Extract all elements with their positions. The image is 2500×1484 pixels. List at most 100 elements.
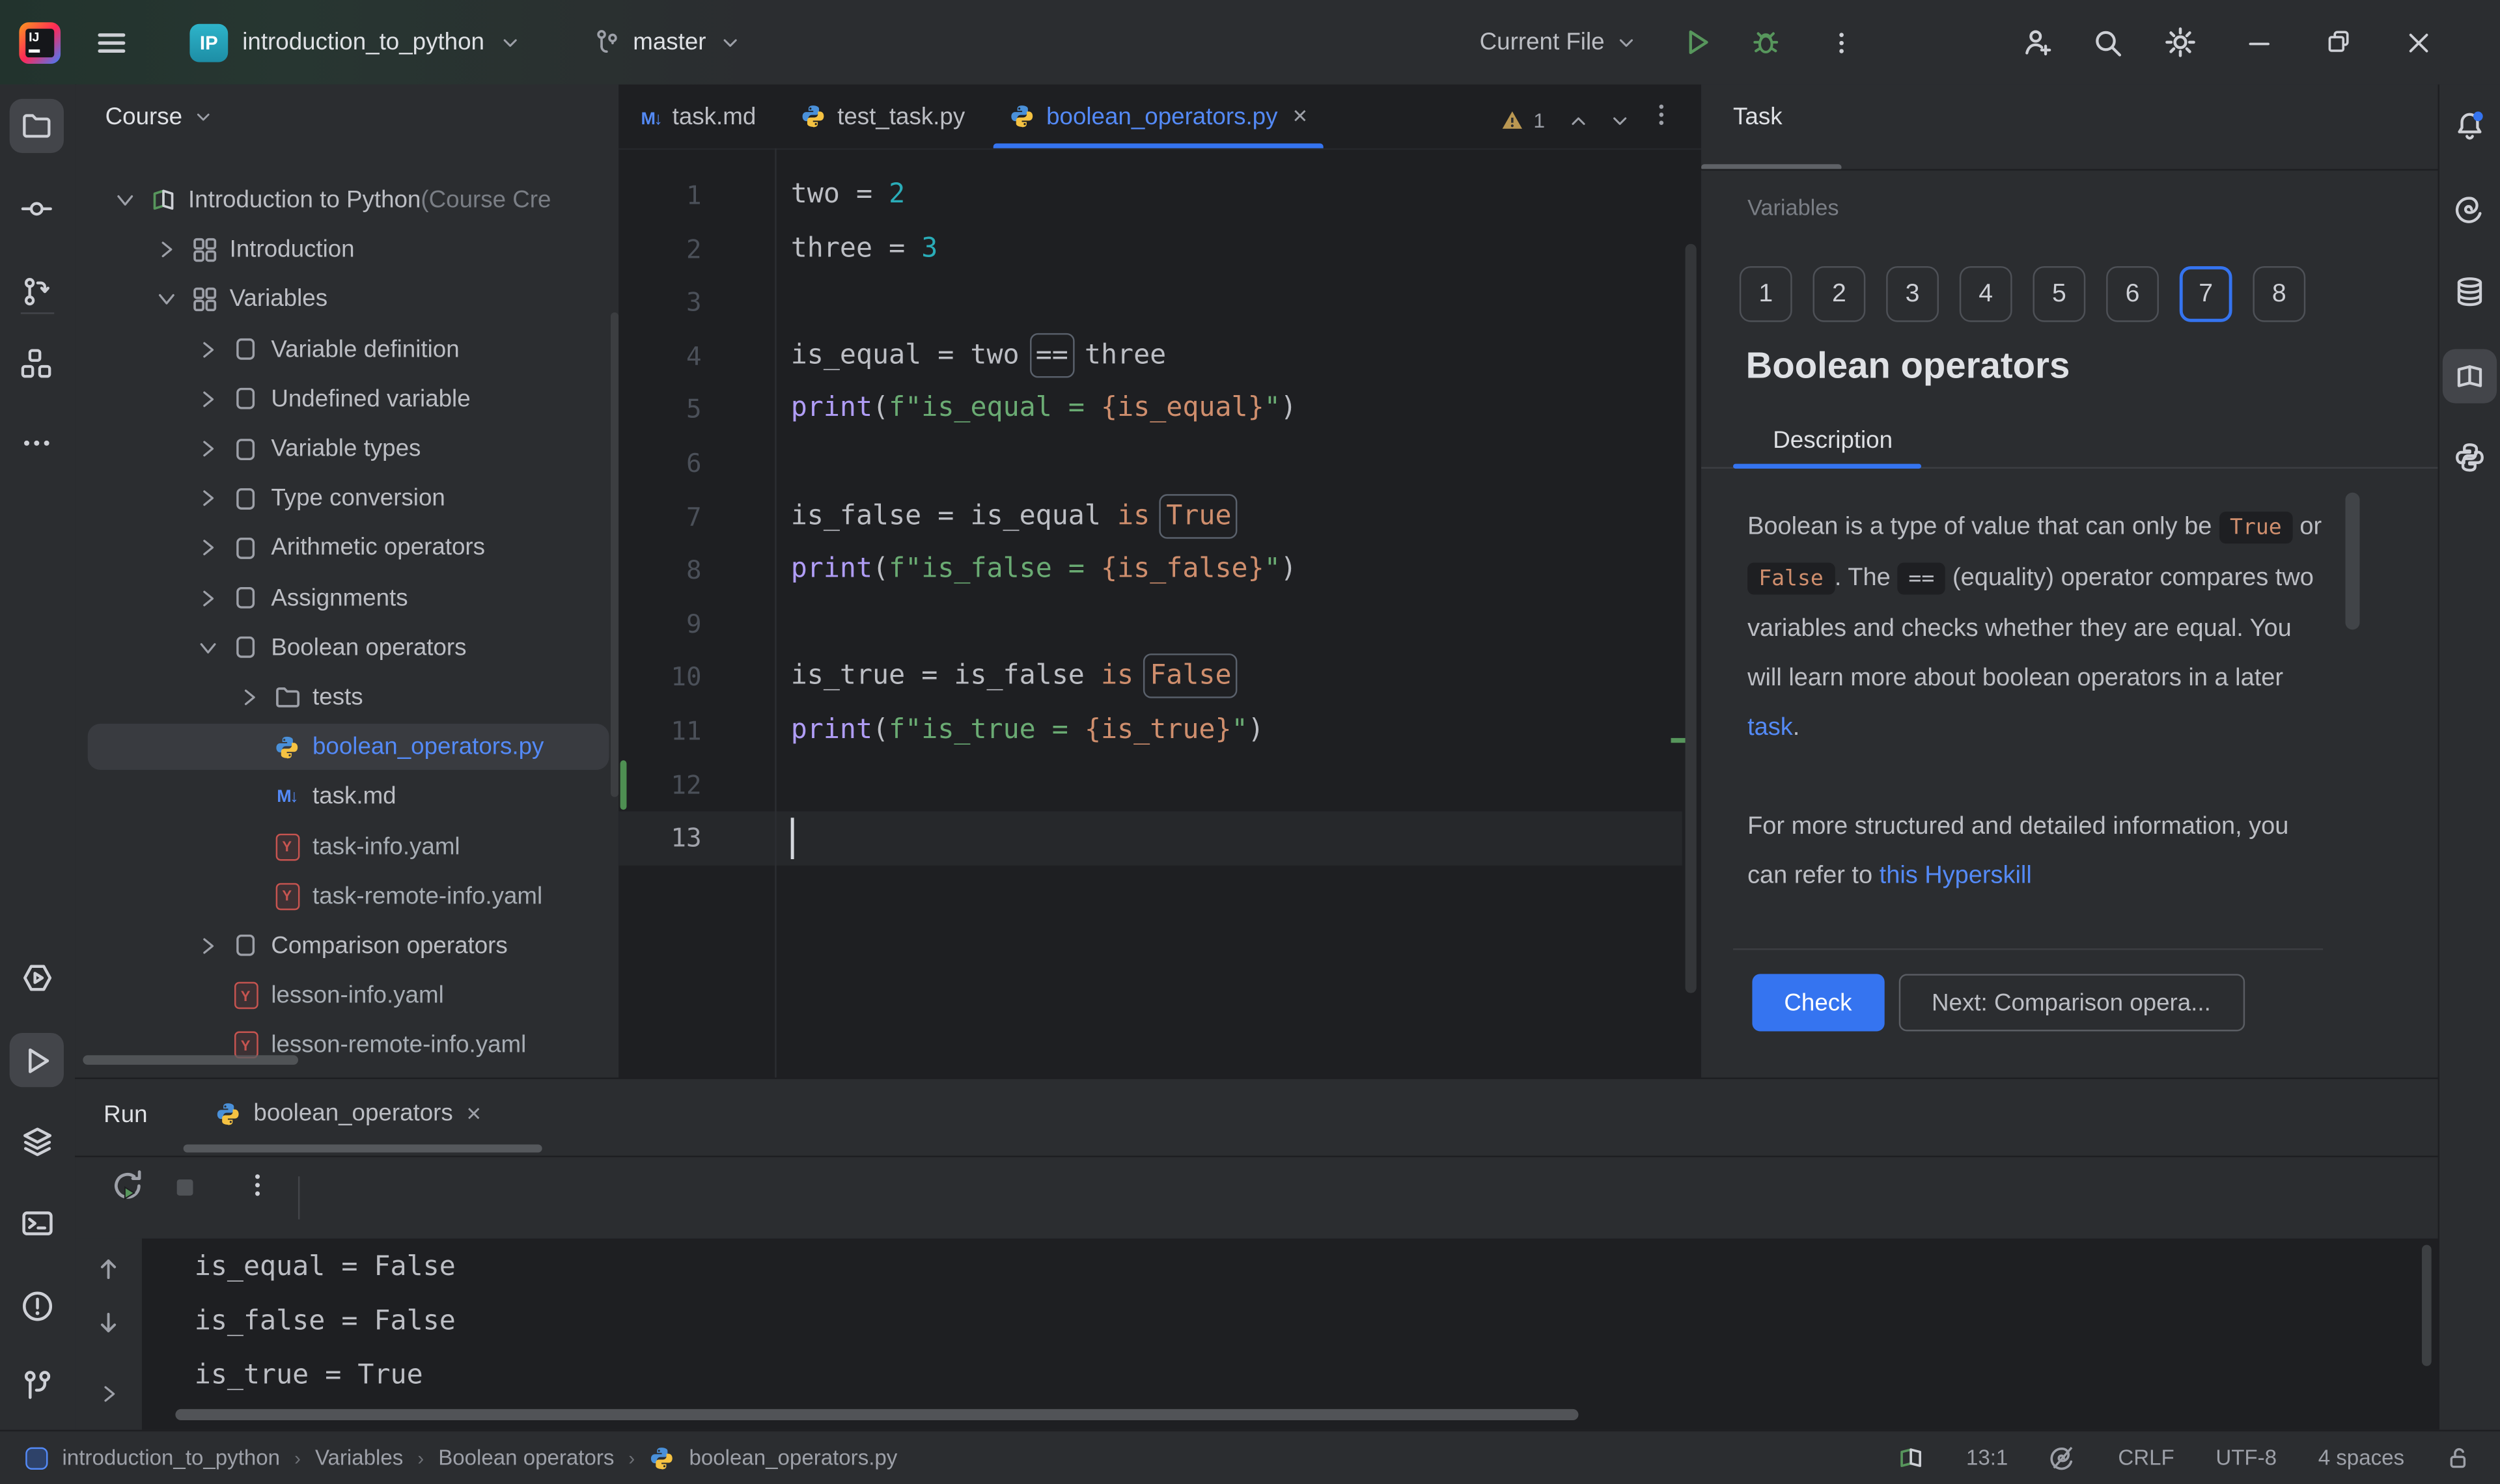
breadcrumb-item[interactable]: introduction_to_python	[62, 1446, 281, 1470]
run-button[interactable]	[1682, 0, 1713, 85]
commit-tool-button[interactable]	[10, 182, 64, 236]
tree-item-variables[interactable]: Variables	[75, 275, 618, 324]
database-tool-button[interactable]	[2443, 265, 2497, 319]
services-tool-button[interactable]	[10, 1114, 64, 1168]
chevron-right-icon[interactable]	[153, 237, 178, 262]
inspection-widget[interactable]: 1	[1500, 109, 1631, 133]
intellij-logo-icon[interactable]: IJ	[19, 0, 61, 85]
tree-item-task-md[interactable]: M↓task.md	[75, 772, 618, 821]
git-tool-button[interactable]	[10, 1358, 64, 1412]
ai-disabled-icon[interactable]	[2049, 1444, 2077, 1472]
debug-button[interactable]	[1751, 0, 1781, 85]
course-tree-vscrollbar[interactable]	[611, 312, 618, 797]
main-menu-icon[interactable]	[96, 0, 128, 85]
task-link[interactable]: task	[1747, 714, 1793, 741]
chevron-right-icon[interactable]	[195, 585, 220, 611]
console[interactable]: is_equal = Falseis_false = Falseis_true …	[143, 1239, 2438, 1430]
down-stacktrace-button[interactable]	[94, 1309, 122, 1338]
task-step-3[interactable]: 3	[1886, 266, 1939, 322]
tree-item-introduction-to-python[interactable]: Introduction to Python (Course Cre	[75, 175, 618, 225]
breadcrumb-item[interactable]: Boolean operators	[438, 1446, 614, 1470]
project-widget[interactable]: IP introduction_to_python	[189, 0, 521, 85]
run-config-selector[interactable]: Current File	[1480, 0, 1638, 85]
task-step-1[interactable]: 1	[1740, 266, 1792, 322]
course-progress-icon[interactable]	[1898, 1444, 1925, 1472]
chevron-right-icon[interactable]	[195, 486, 220, 511]
run-tab[interactable]: boolean_operators ✕	[215, 1100, 482, 1127]
course-tree-hscrollbar[interactable]	[83, 1055, 298, 1065]
chevron-down-icon[interactable]	[111, 187, 137, 213]
file-encoding[interactable]: UTF-8	[2215, 1446, 2277, 1470]
tree-item-task-info-yaml[interactable]: Ytask-info.yaml	[75, 821, 618, 871]
restore-button[interactable]	[2325, 0, 2352, 85]
problems-tool-button[interactable]	[10, 1278, 64, 1332]
tree-item-strings[interactable]: Strings	[75, 1070, 618, 1077]
rerun-button[interactable]	[110, 1168, 145, 1203]
tree-item-arithmetic-operators[interactable]: Arithmetic operators	[75, 523, 618, 573]
editor-vscrollbar[interactable]	[1686, 244, 1697, 993]
caret-position[interactable]: 13:1	[1966, 1446, 2008, 1470]
notifications-tool-button[interactable]	[2443, 99, 2497, 153]
search-everywhere-button[interactable]	[2092, 0, 2124, 85]
branch-widget[interactable]: master	[593, 0, 741, 85]
more-actions-button[interactable]	[1827, 0, 1856, 85]
task-step-2[interactable]: 2	[1812, 266, 1865, 322]
task-vscrollbar[interactable]	[2345, 493, 2359, 630]
chevron-down-icon[interactable]	[153, 287, 178, 312]
structure-tool-button[interactable]	[10, 337, 64, 391]
chevron-right-icon[interactable]	[195, 337, 220, 362]
course-panel-header[interactable]: Course	[105, 103, 214, 131]
tree-item-boolean-operators[interactable]: Boolean operators	[75, 623, 618, 672]
tree-item-variable-types[interactable]: Variable types	[75, 424, 618, 473]
breadcrumb-item[interactable]: boolean_operators.py	[689, 1446, 897, 1470]
task-step-8[interactable]: 8	[2253, 266, 2305, 322]
up-stacktrace-button[interactable]	[94, 1254, 122, 1283]
console-more-button[interactable]	[242, 1170, 273, 1201]
terminal-tool-button[interactable]	[10, 1196, 64, 1250]
tree-item-task-remote-info-yaml[interactable]: Ytask-remote-info.yaml	[75, 872, 618, 921]
settings-button[interactable]	[2163, 0, 2197, 85]
ai-assistant-tool-button[interactable]	[2443, 182, 2497, 236]
lock-open-icon[interactable]	[2446, 1445, 2471, 1470]
tree-item-type-conversion[interactable]: Type conversion	[75, 474, 618, 523]
indent-style[interactable]: 4 spaces	[2318, 1446, 2404, 1470]
chevron-down-icon[interactable]	[195, 635, 220, 660]
chevron-right-icon[interactable]	[236, 685, 261, 710]
chevron-right-icon[interactable]	[195, 933, 220, 959]
code-with-me-button[interactable]	[2021, 0, 2053, 85]
editor-gutter[interactable]: 12345678910111213	[618, 169, 701, 866]
chevron-right-icon[interactable]	[195, 386, 220, 411]
tree-item-assignments[interactable]: Assignments	[75, 573, 618, 622]
line-separator[interactable]: CRLF	[2118, 1446, 2174, 1470]
close-icon[interactable]: ✕	[465, 1102, 482, 1124]
breadcrumb-item[interactable]: Variables	[315, 1446, 403, 1470]
tree-item-variable-definition[interactable]: Variable definition	[75, 325, 618, 374]
next-problem-button[interactable]	[1609, 109, 1631, 131]
tree-item-introduction[interactable]: Introduction	[75, 225, 618, 275]
tree-item-comparison-operators[interactable]: Comparison operators	[75, 921, 618, 970]
task-tab[interactable]: Task	[1733, 103, 1783, 131]
console-hscrollbar[interactable]	[175, 1409, 1578, 1420]
editor-tab-boolean-operators-py[interactable]: boolean_operators.py✕	[987, 85, 1330, 148]
run-panel-title[interactable]: Run	[104, 1101, 147, 1129]
task-step-6[interactable]: 6	[2106, 266, 2159, 322]
expand-console-button[interactable]	[97, 1382, 121, 1406]
task-step-4[interactable]: 4	[1960, 266, 2012, 322]
console-vscrollbar[interactable]	[2422, 1245, 2432, 1366]
chevron-right-icon[interactable]	[195, 436, 220, 461]
more-tools-button[interactable]	[10, 416, 64, 470]
description-tab[interactable]: Description	[1773, 427, 1893, 454]
code-area[interactable]: two = 2three = 3is_equal = two == threep…	[791, 169, 1297, 866]
run-tabs-scrollbar[interactable]	[184, 1144, 542, 1152]
tree-item-lesson-info-yaml[interactable]: Ylesson-info.yaml	[75, 970, 618, 1020]
editor-tab-test-task-py[interactable]: test_task.py	[779, 85, 988, 148]
chevron-right-icon[interactable]	[195, 536, 220, 561]
check-button[interactable]: Check	[1752, 974, 1883, 1031]
pull-requests-tool-button[interactable]	[10, 265, 64, 319]
editor-tab-options-button[interactable]	[1647, 100, 1676, 129]
run-tool-button[interactable]	[10, 1033, 64, 1087]
tree-item-undefined-variable[interactable]: Undefined variable	[75, 374, 618, 424]
prev-problem-button[interactable]	[1567, 109, 1589, 131]
tree-item-tests[interactable]: tests	[75, 672, 618, 722]
task-link[interactable]: this Hyperskill	[1880, 862, 2032, 890]
